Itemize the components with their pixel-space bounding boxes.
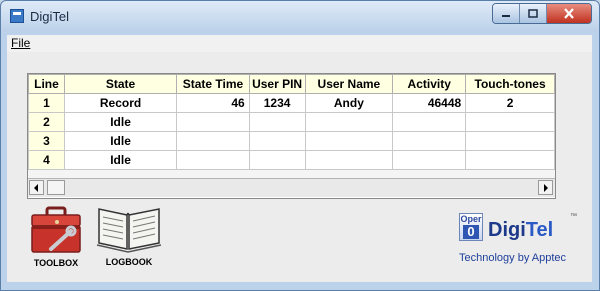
cell-touch-tones bbox=[465, 131, 555, 151]
cell-state-time: 46 bbox=[176, 93, 250, 113]
logbook-icon bbox=[96, 208, 162, 253]
cell-user-pin bbox=[248, 112, 306, 132]
window-title: DigiTel bbox=[30, 9, 70, 24]
cell-line: 2 bbox=[28, 112, 65, 132]
cell-line: 4 bbox=[28, 150, 65, 170]
digitel-brand: DigiTel bbox=[488, 219, 553, 242]
logo-zero-text: 0 bbox=[463, 225, 479, 239]
cell-touch-tones: 2 bbox=[465, 93, 555, 113]
close-button[interactable] bbox=[547, 4, 591, 23]
cell-line: 3 bbox=[28, 131, 65, 151]
scroll-left-icon bbox=[34, 183, 38, 192]
table-header-row: Line State State Time User PIN User Name… bbox=[28, 74, 555, 94]
scrollbar-thumb[interactable] bbox=[47, 180, 65, 195]
col-header-touch-tones[interactable]: Touch-tones bbox=[465, 74, 555, 94]
cell-user-name bbox=[304, 150, 394, 170]
col-header-state-time[interactable]: State Time bbox=[176, 74, 250, 94]
menu-bar: File bbox=[7, 35, 592, 53]
maximize-button[interactable] bbox=[520, 4, 547, 23]
cell-user-pin: 1234 bbox=[248, 93, 306, 113]
table-row[interactable]: 1 Record 46 1234 Andy 46448 2 bbox=[28, 93, 555, 113]
maximize-icon bbox=[528, 9, 538, 18]
cell-user-pin bbox=[248, 131, 306, 151]
cell-state-time bbox=[176, 131, 250, 151]
table-empty-area bbox=[28, 170, 555, 178]
logbook-label: LOGBOOK bbox=[105, 257, 153, 267]
cell-user-name bbox=[304, 112, 394, 132]
table-row[interactable]: 4 Idle bbox=[28, 150, 555, 170]
trademark-mark: ™ bbox=[570, 213, 577, 220]
logbook-button[interactable]: LOGBOOK bbox=[93, 203, 165, 267]
logo-oper-text: Oper bbox=[460, 214, 482, 224]
scroll-left-button[interactable] bbox=[29, 180, 44, 195]
cell-state: Record bbox=[63, 93, 178, 113]
cell-activity bbox=[392, 112, 467, 132]
brand-tel: Tel bbox=[525, 219, 554, 241]
toolbox-icon bbox=[31, 206, 81, 253]
cell-touch-tones bbox=[465, 112, 555, 132]
brand-digi: Digi bbox=[488, 219, 526, 241]
app-window-icon[interactable] bbox=[10, 9, 24, 23]
cell-state: Idle bbox=[63, 150, 178, 170]
scroll-right-button[interactable] bbox=[538, 180, 553, 195]
toolbox-label: TOOLBOX bbox=[33, 258, 79, 268]
menu-file[interactable]: File bbox=[11, 36, 30, 50]
cell-user-pin bbox=[248, 150, 306, 170]
horizontal-scrollbar[interactable] bbox=[28, 178, 555, 197]
cell-user-name: Andy bbox=[304, 93, 394, 113]
cell-activity bbox=[392, 150, 467, 170]
cell-state: Idle bbox=[63, 131, 178, 151]
title-bar[interactable]: DigiTel bbox=[1, 1, 599, 33]
byline-text: Technology by Apptec bbox=[459, 252, 567, 264]
table-row[interactable]: 3 Idle bbox=[28, 131, 555, 151]
cell-touch-tones bbox=[465, 150, 555, 170]
menu-file-label: File bbox=[11, 36, 31, 50]
window-controls bbox=[492, 3, 592, 24]
col-header-line[interactable]: Line bbox=[28, 74, 65, 94]
cell-activity: 46448 bbox=[392, 93, 467, 113]
col-header-state[interactable]: State bbox=[63, 74, 178, 94]
lines-grid: Line State State Time User PIN User Name… bbox=[28, 74, 555, 170]
cell-activity bbox=[392, 131, 467, 151]
oper0-logo: Oper 0 bbox=[459, 213, 483, 241]
col-header-user-name[interactable]: User Name bbox=[304, 74, 394, 94]
cell-state: Idle bbox=[63, 112, 178, 132]
col-header-activity[interactable]: Activity bbox=[392, 74, 467, 94]
close-icon bbox=[564, 8, 574, 19]
lines-table: Line State State Time User PIN User Name… bbox=[27, 73, 556, 199]
cell-line: 1 bbox=[28, 93, 65, 113]
toolbox-button[interactable]: TOOLBOX bbox=[27, 205, 85, 268]
table-row[interactable]: 2 Idle bbox=[28, 112, 555, 132]
cell-user-name bbox=[304, 131, 394, 151]
col-header-user-pin[interactable]: User PIN bbox=[248, 74, 306, 94]
cell-state-time bbox=[176, 112, 250, 132]
minimize-button[interactable] bbox=[493, 4, 520, 23]
scroll-right-icon bbox=[544, 183, 548, 192]
cell-state-time bbox=[176, 150, 250, 170]
minimize-icon bbox=[502, 14, 510, 17]
